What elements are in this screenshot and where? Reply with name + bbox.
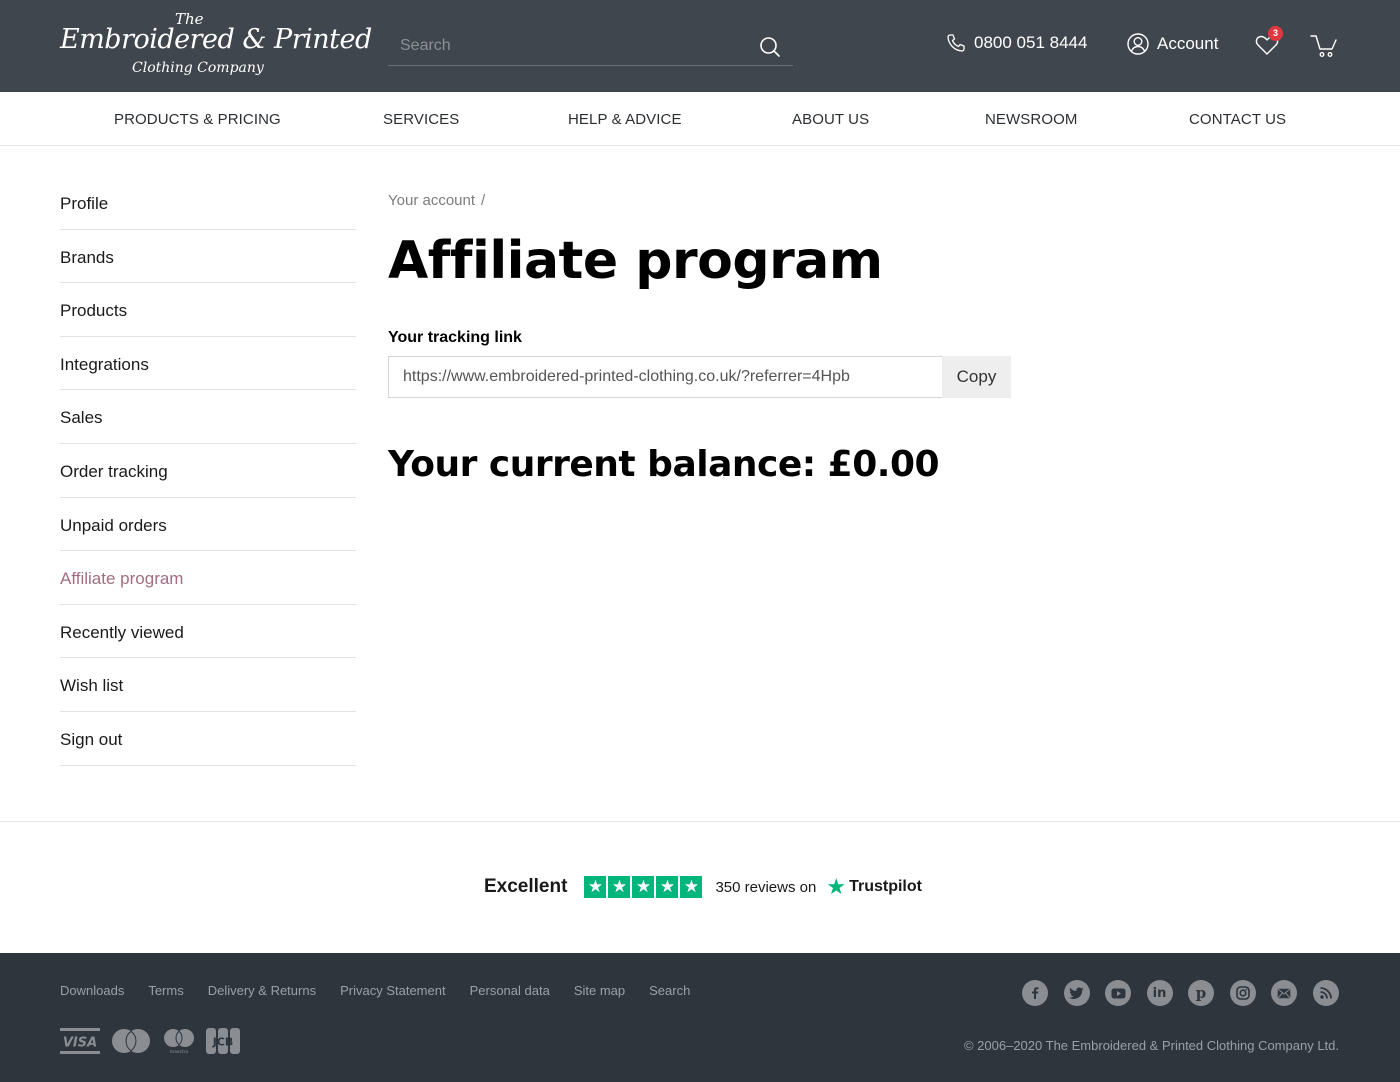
section-divider	[0, 821, 1400, 822]
copyright-text: © 2006–2020 The Embroidered & Printed Cl…	[963, 1038, 1339, 1053]
search-bar	[388, 28, 793, 66]
tracking-link-field[interactable]	[388, 356, 942, 398]
youtube-icon[interactable]	[1105, 980, 1131, 1006]
cart-icon[interactable]	[1310, 34, 1338, 58]
account-link[interactable]: Account	[1127, 33, 1218, 55]
jcb-icon: JCB	[206, 1028, 240, 1054]
email-icon[interactable]	[1271, 980, 1297, 1006]
site-footer: Downloads Terms Delivery & Returns Priva…	[0, 953, 1400, 1082]
current-balance: Your current balance: £0.00	[388, 444, 940, 485]
visa-icon: VISA	[60, 1028, 100, 1054]
svg-text:JCB: JCB	[212, 1036, 234, 1049]
star-icon: ★	[680, 876, 703, 898]
site-logo[interactable]: The Embroidered & Printed Clothing Compa…	[60, 8, 372, 84]
rss-icon[interactable]	[1312, 980, 1339, 1006]
nav-about-us[interactable]: ABOUT US	[792, 111, 869, 128]
sidebar-item-wish-list[interactable]: Wish list	[60, 658, 356, 712]
nav-contact-us[interactable]: CONTACT US	[1189, 111, 1286, 128]
footer-links: Downloads Terms Delivery & Returns Priva…	[60, 983, 714, 998]
tracking-link-label: Your tracking link	[388, 329, 522, 346]
star-icon: ★	[608, 876, 631, 898]
sidebar-item-affiliate-program[interactable]: Affiliate program	[60, 551, 356, 605]
footer-link-personal-data[interactable]: Personal data	[470, 983, 550, 998]
footer-link-terms[interactable]: Terms	[148, 983, 183, 998]
phone-link[interactable]: 0800 051 8444	[946, 33, 1087, 53]
payment-methods: VISA maestro JCB	[60, 1028, 240, 1054]
site-header: The Embroidered & Printed Clothing Compa…	[0, 0, 1400, 92]
sidebar-item-sales[interactable]: Sales	[60, 390, 356, 444]
sidebar-item-integrations[interactable]: Integrations	[60, 337, 356, 391]
page-title: Affiliate program	[388, 231, 883, 291]
tracking-link-row: Copy	[388, 356, 1011, 398]
phone-icon	[947, 34, 965, 52]
pinterest-icon[interactable]: p	[1188, 980, 1214, 1006]
breadcrumb-separator: /	[481, 192, 486, 209]
linkedin-icon[interactable]: in	[1146, 980, 1173, 1006]
social-links: in p	[1022, 980, 1339, 1006]
maestro-icon: maestro	[164, 1029, 194, 1054]
sidebar-item-products[interactable]: Products	[60, 283, 356, 337]
twitter-icon[interactable]	[1063, 980, 1090, 1006]
svg-text:maestro: maestro	[170, 1049, 189, 1054]
sidebar-item-order-tracking[interactable]: Order tracking	[60, 444, 356, 498]
account-sidebar: Profile Brands Products Integrations Sal…	[60, 176, 356, 766]
footer-link-search[interactable]: Search	[649, 983, 690, 998]
user-icon	[1127, 33, 1149, 55]
nav-help-advice[interactable]: HELP & ADVICE	[568, 111, 682, 128]
facebook-icon[interactable]	[1022, 980, 1048, 1006]
nav-products-pricing[interactable]: PRODUCTS & PRICING	[114, 111, 281, 128]
search-icon[interactable]	[759, 36, 781, 58]
sidebar-item-unpaid-orders[interactable]: Unpaid orders	[60, 498, 356, 552]
trustpilot-star-icon: ★	[826, 874, 847, 899]
footer-link-downloads[interactable]: Downloads	[60, 983, 124, 998]
trustpilot-logo: ★ Trustpilot	[826, 874, 922, 899]
copy-button[interactable]: Copy	[942, 356, 1011, 398]
trustpilot-brand: Trustpilot	[849, 878, 922, 895]
trustpilot-review-count: 350 reviews on	[715, 878, 817, 896]
star-icon: ★	[656, 876, 679, 898]
sidebar-item-profile[interactable]: Profile	[60, 176, 356, 230]
logo-line-3: Clothing Company	[132, 60, 264, 76]
search-input[interactable]	[388, 28, 748, 64]
phone-number: 0800 051 8444	[974, 33, 1088, 52]
footer-link-privacy-statement[interactable]: Privacy Statement	[340, 983, 446, 998]
nav-newsroom[interactable]: NEWSROOM	[985, 111, 1077, 128]
star-icon: ★	[632, 876, 655, 898]
sidebar-item-recently-viewed[interactable]: Recently viewed	[60, 605, 356, 659]
footer-link-site-map[interactable]: Site map	[574, 983, 625, 998]
trustpilot-widget[interactable]: Excellent ★ ★ ★ ★ ★ 350 reviews on ★ Tru…	[484, 876, 922, 898]
footer-link-delivery-returns[interactable]: Delivery & Returns	[208, 983, 316, 998]
wishlist-count-badge: 3	[1268, 26, 1283, 41]
account-label: Account	[1157, 34, 1219, 53]
nav-services[interactable]: SERVICES	[383, 111, 459, 128]
main-content: Your account / Affiliate program Your tra…	[388, 192, 1011, 485]
star-icon: ★	[584, 876, 607, 898]
sidebar-item-brands[interactable]: Brands	[60, 230, 356, 284]
sidebar-item-sign-out[interactable]: Sign out	[60, 712, 356, 766]
svg-text:VISA: VISA	[63, 1036, 97, 1051]
instagram-icon[interactable]	[1229, 980, 1256, 1006]
breadcrumb-your-account[interactable]: Your account	[388, 192, 475, 209]
logo-line-2: Embroidered & Printed	[60, 24, 372, 55]
trustpilot-stars: ★ ★ ★ ★ ★	[584, 876, 703, 898]
mastercard-icon	[112, 1029, 150, 1053]
main-nav: PRODUCTS & PRICING SERVICES HELP & ADVIC…	[0, 92, 1400, 146]
trustpilot-rating-label: Excellent	[484, 876, 568, 897]
breadcrumb: Your account /	[388, 192, 1011, 209]
